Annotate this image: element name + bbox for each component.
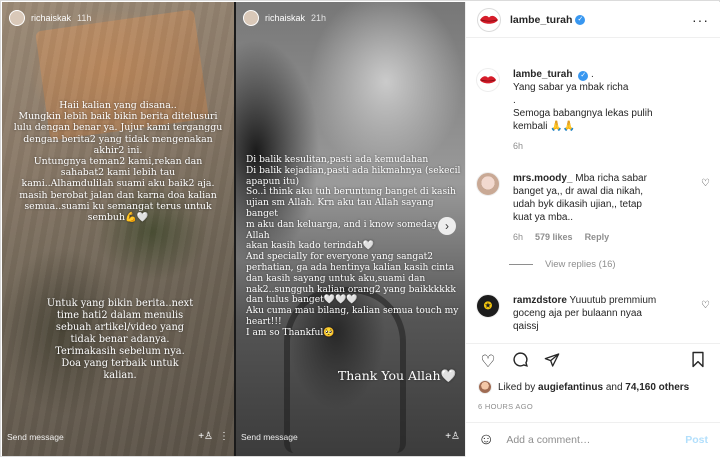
story-text-thanks: Thank You Allah🤍 [337, 368, 457, 383]
caption-text: Yang sabar ya mbak richa . Semoga babang… [513, 82, 653, 132]
smile-icon[interactable]: ☺ [478, 431, 494, 449]
post-header: lambe_turah ✓ ··· [466, 2, 720, 38]
avatar[interactable] [477, 7, 501, 32]
view-replies-button[interactable]: View replies (16) [509, 258, 703, 271]
caption-body: lambe_turah ✓ . Yang sabar ya mbak richa… [513, 68, 703, 153]
list-item: mrs.moody_ Mba richa sabar banget ya,, d… [476, 172, 710, 271]
likes-prefix: Liked by [498, 381, 536, 393]
action-row: ♡ [478, 349, 708, 375]
add-comment-bar: ☺ Post [466, 422, 720, 457]
story-text-main: Di balik kesulitan,pasti ada kemudahan D… [246, 155, 461, 338]
lips-logo-icon [480, 15, 498, 24]
bookmark-icon[interactable] [688, 351, 708, 373]
avatar [243, 10, 259, 26]
story-action-icons: +♙ [445, 431, 460, 442]
post-username[interactable]: lambe_turah [510, 14, 572, 26]
add-icon: +♙ [445, 431, 460, 442]
view-replies-label: View replies (16) [545, 259, 616, 270]
avatar [478, 380, 492, 394]
story-image-2: richaiskak 21h Di balik kesulitan,pasti … [236, 2, 465, 456]
share-icon[interactable] [542, 352, 562, 373]
comment-time[interactable]: 6h [513, 231, 523, 244]
send-message-bar: Send message +♙ [241, 431, 460, 442]
likes-user[interactable]: augiefantinus [538, 382, 603, 393]
post-actions: ♡ Liked by augiefantinus and 74,160 othe… [466, 343, 720, 411]
next-arrow-icon[interactable]: › [438, 217, 456, 235]
comment-input[interactable] [506, 434, 686, 446]
instagram-post-window: richaiskak 11h Haii kalian yang disana..… [0, 0, 720, 457]
avatar[interactable]: ✪ [476, 294, 500, 318]
likes-others[interactable]: 74,160 others [625, 382, 689, 393]
post-sidebar: lambe_turah ✓ ··· lambe_turah ✓ . Yang s… [465, 2, 720, 457]
comment-icon[interactable] [510, 351, 530, 373]
add-icon: +♙ [198, 431, 213, 442]
heart-icon[interactable]: ♡ [478, 352, 498, 372]
caption-username[interactable]: lambe_turah [513, 69, 572, 80]
comment-username[interactable]: ramzdstore [513, 295, 567, 306]
story-image-1: richaiskak 11h Haii kalian yang disana..… [2, 2, 234, 456]
avatar-logo-icon: ✪ [483, 300, 493, 312]
send-message-label: Send message [241, 431, 298, 442]
likes-and: and [605, 381, 623, 393]
send-message-bar: Send message +♙ ⋮ [7, 431, 229, 442]
list-item: ✪ ramzdstore Yuuutub premmium goceng aja… [476, 294, 710, 333]
story-username: richaiskak [31, 13, 72, 23]
caption-meta: 6h [513, 140, 703, 153]
story-text-top: Haii kalian yang disana.. Mungkin lebih … [13, 100, 223, 224]
story-action-icons: +♙ ⋮ [198, 431, 229, 442]
avatar[interactable] [476, 172, 500, 196]
more-icon: ⋮ [219, 431, 229, 442]
comment-body: ramzdstore Yuuutub premmium goceng aja p… [513, 294, 703, 333]
comment-username[interactable]: mrs.moody_ [513, 173, 572, 184]
lips-logo-icon [479, 76, 497, 84]
post-button[interactable]: Post [685, 434, 708, 446]
avatar[interactable] [476, 68, 500, 92]
likes-summary: Liked by augiefantinus and 74,160 others [478, 380, 708, 394]
comment-meta: 6h 579 likes Reply [513, 231, 703, 244]
post-media[interactable]: richaiskak 11h Haii kalian yang disana..… [2, 2, 465, 456]
reply-button[interactable]: Reply [585, 231, 610, 244]
heart-icon[interactable]: ♡ [701, 178, 710, 189]
avatar [9, 10, 25, 26]
verified-icon: ✓ [575, 14, 586, 25]
replies-divider [509, 264, 533, 265]
story-time: 21h [311, 13, 327, 23]
post-timestamp[interactable]: 6 HOURS AGO [478, 402, 708, 411]
send-message-label: Send message [7, 431, 64, 442]
story-header: richaiskak 21h [243, 10, 326, 26]
comment-body: mrs.moody_ Mba richa sabar banget ya,, d… [509, 172, 703, 271]
story-time: 11h [77, 13, 92, 23]
caption-time[interactable]: 6h [513, 140, 523, 153]
comment-likes[interactable]: 579 likes [535, 231, 573, 244]
story-username: richaiskak [265, 13, 306, 23]
more-options-icon[interactable]: ··· [692, 12, 709, 28]
heart-icon[interactable]: ♡ [701, 300, 710, 311]
caption: lambe_turah ✓ . Yang sabar ya mbak richa… [476, 68, 710, 153]
verified-icon: ✓ [578, 71, 589, 81]
comments-list[interactable]: lambe_turah ✓ . Yang sabar ya mbak richa… [466, 60, 720, 338]
story-header: richaiskak 11h [9, 10, 91, 26]
story-text-bottom: Untuk yang bikin berita..next time hati2… [46, 298, 194, 381]
caption-dot: . [591, 69, 594, 80]
